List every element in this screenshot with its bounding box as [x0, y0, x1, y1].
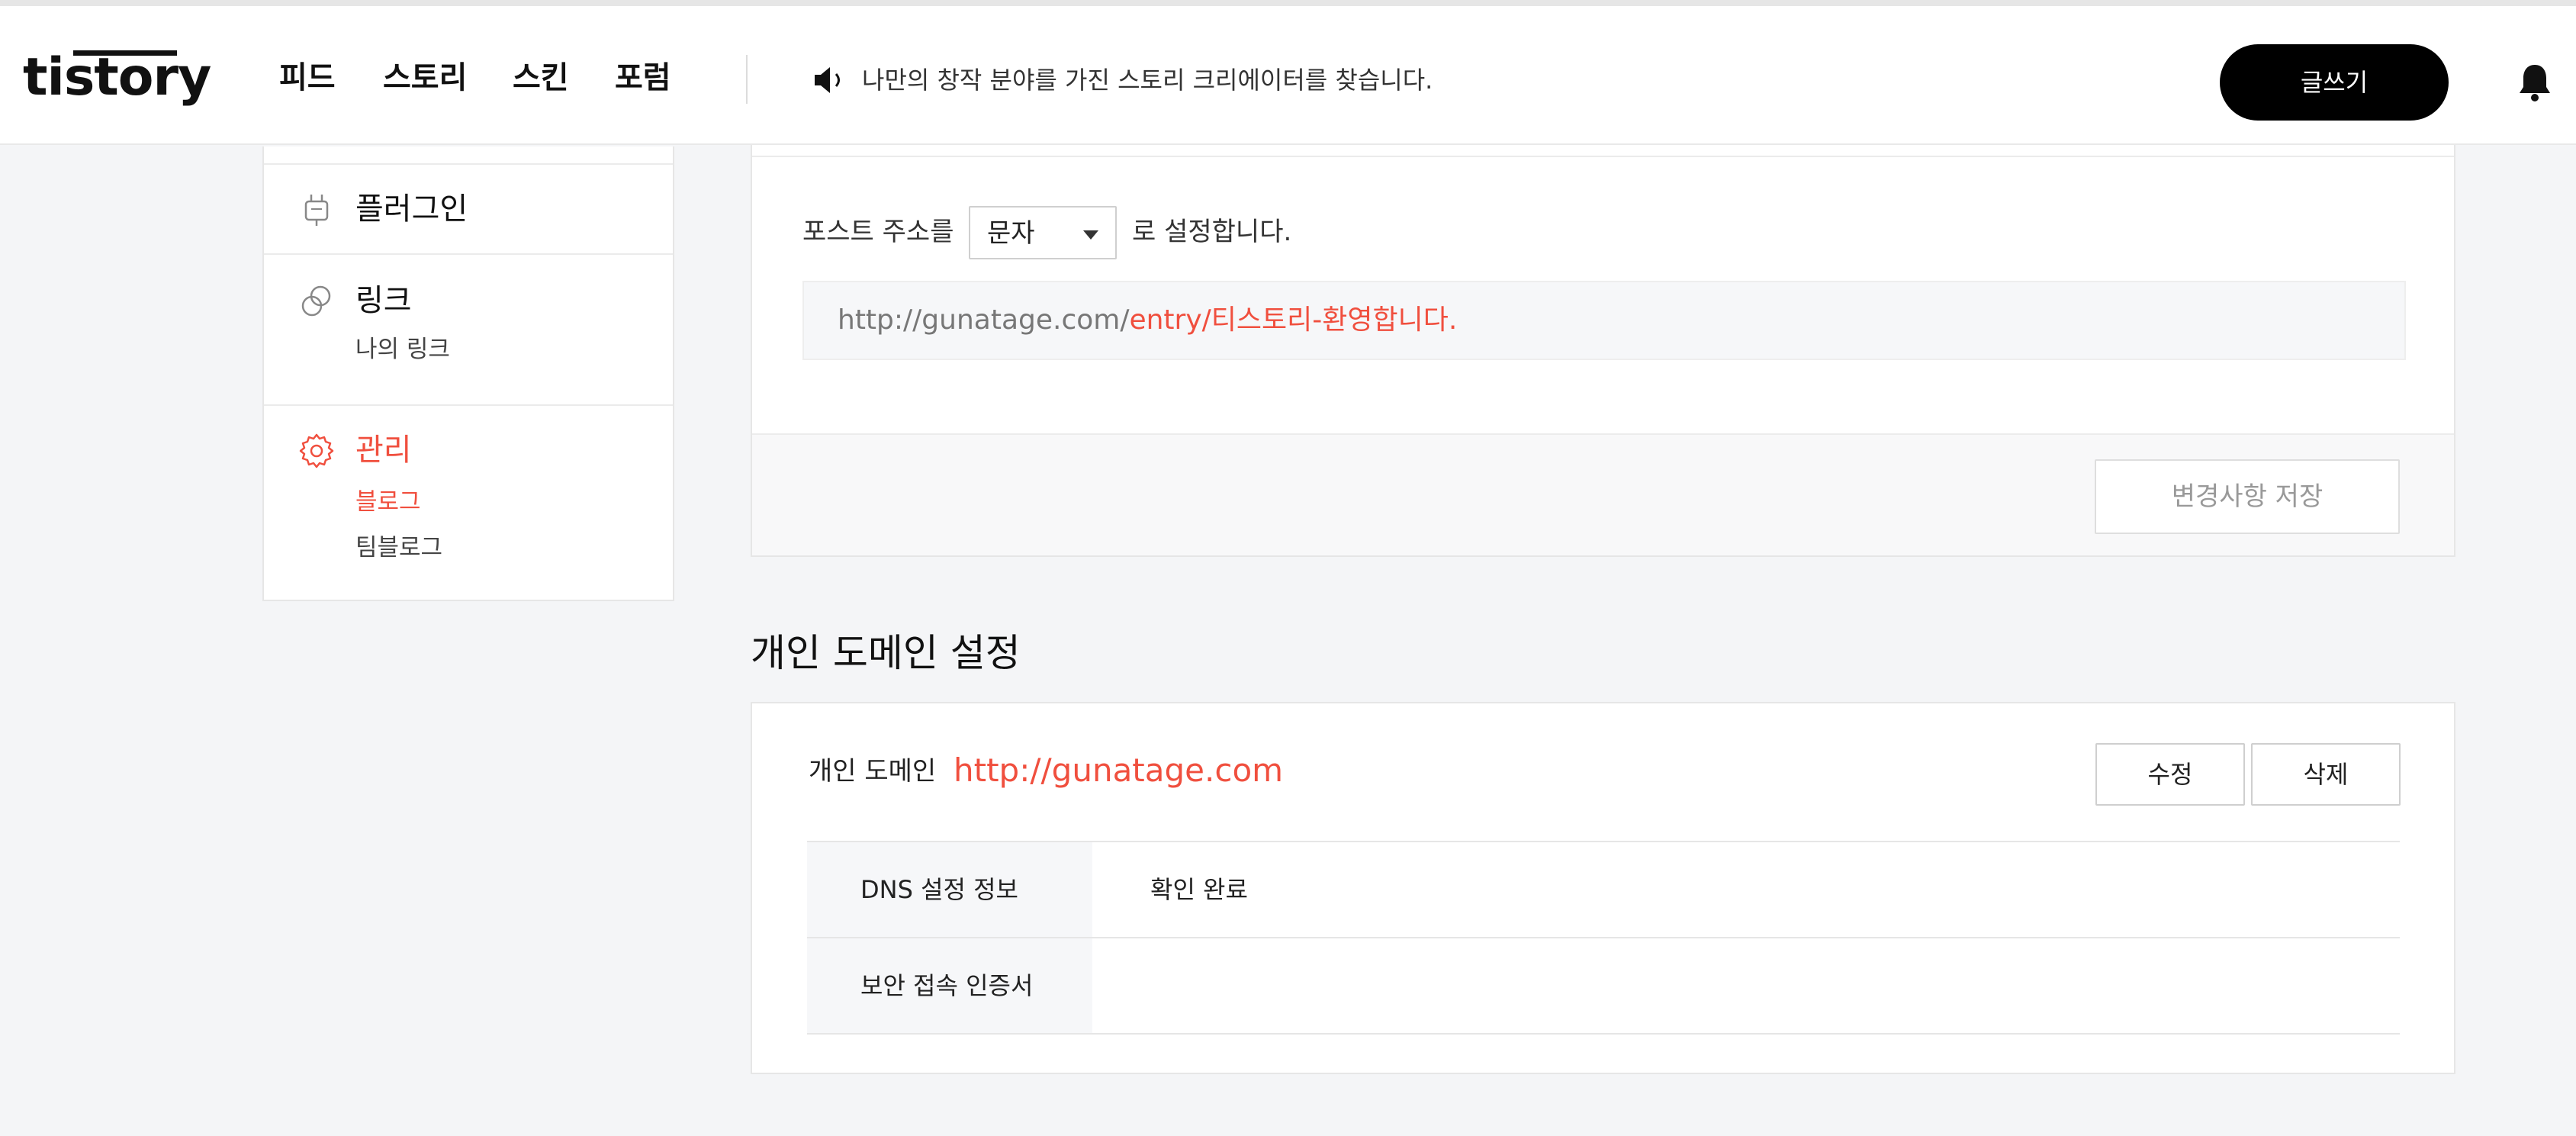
- post-address-card: 포스트 주소를 문자 로 설정합니다. http://gunatage.com/…: [751, 145, 2455, 557]
- sidebar-subitem-my-link[interactable]: 나의 링크: [355, 333, 450, 366]
- notice-banner-text[interactable]: 나만의 창작 분야를 가진 스토리 크리에이터를 찾습니다.: [862, 63, 1433, 98]
- post-address-prefix: 포스트 주소를: [802, 217, 954, 247]
- sidebar-item-link[interactable]: 링크: [355, 279, 412, 322]
- nav-forum[interactable]: 포럼: [615, 55, 671, 101]
- dns-info-value: 확인 완료: [1150, 875, 1248, 904]
- speaker-icon: [815, 67, 840, 93]
- ssl-cert-header: 보안 접속 인증서: [807, 938, 1092, 1033]
- edit-domain-button[interactable]: 수정: [2095, 743, 2245, 806]
- tistory-logo[interactable]: tistory: [23, 47, 211, 108]
- post-address-suffix: 로 설정합니다.: [1132, 217, 1292, 247]
- sidebar-divider: [264, 404, 673, 406]
- save-bar: 변경사항 저장: [752, 433, 2454, 555]
- custom-domain-label: 개인 도메인: [809, 756, 937, 787]
- select-value: 문자: [987, 218, 1035, 249]
- write-post-button[interactable]: 글쓰기: [2220, 44, 2449, 121]
- gear-icon: [299, 433, 334, 468]
- sidebar-divider: [264, 163, 673, 165]
- nav-story[interactable]: 스토리: [383, 55, 467, 101]
- sidebar-item-manage[interactable]: 관리: [355, 429, 412, 471]
- nav-skin[interactable]: 스킨: [513, 55, 569, 101]
- nav-feed[interactable]: 피드: [279, 55, 336, 101]
- url-preview-path: entry/티스토리-환영합니다.: [1129, 304, 1458, 336]
- table-row: 보안 접속 인증서: [807, 938, 2400, 1035]
- card-divider: [752, 156, 2454, 157]
- section-title-custom-domain: 개인 도메인 설정: [751, 631, 1021, 675]
- bell-icon[interactable]: [2517, 63, 2552, 102]
- table-row: DNS 설정 정보 확인 완료: [807, 842, 2400, 938]
- link-icon: [301, 285, 331, 317]
- save-changes-button[interactable]: 변경사항 저장: [2095, 459, 2400, 534]
- sidebar-item-plugin[interactable]: 플러그인: [355, 188, 468, 230]
- post-url-preview: http://gunatage.com/entry/티스토리-환영합니다.: [802, 281, 2406, 360]
- custom-domain-link[interactable]: http://gunatage.com: [954, 748, 1283, 793]
- plug-icon: [304, 195, 329, 226]
- post-address-format-select[interactable]: 문자: [969, 206, 1117, 259]
- top-border: [0, 0, 2576, 6]
- sidebar-subitem-blog[interactable]: 블로그: [355, 485, 421, 519]
- admin-sidebar: 플러그인 링크 나의 링크 관리 블로그 팀블로그: [262, 146, 674, 601]
- chevron-down-icon: [1083, 230, 1098, 240]
- domain-info-table: DNS 설정 정보 확인 완료 보안 접속 인증서: [807, 841, 2400, 1036]
- dns-info-header: DNS 설정 정보: [807, 842, 1092, 937]
- sidebar-divider: [264, 253, 673, 255]
- delete-domain-button[interactable]: 삭제: [2251, 743, 2401, 806]
- url-preview-base: http://gunatage.com/: [838, 304, 1130, 336]
- sidebar-subitem-team-blog[interactable]: 팀블로그: [355, 531, 442, 565]
- app-header: tistory 피드 스토리 스킨 포럼 나만의 창작 분야를 가진 스토리 크…: [0, 6, 2576, 145]
- nav-divider: [746, 55, 748, 104]
- custom-domain-card: 개인 도메인 http://gunatage.com 수정 삭제 DNS 설정 …: [751, 702, 2455, 1074]
